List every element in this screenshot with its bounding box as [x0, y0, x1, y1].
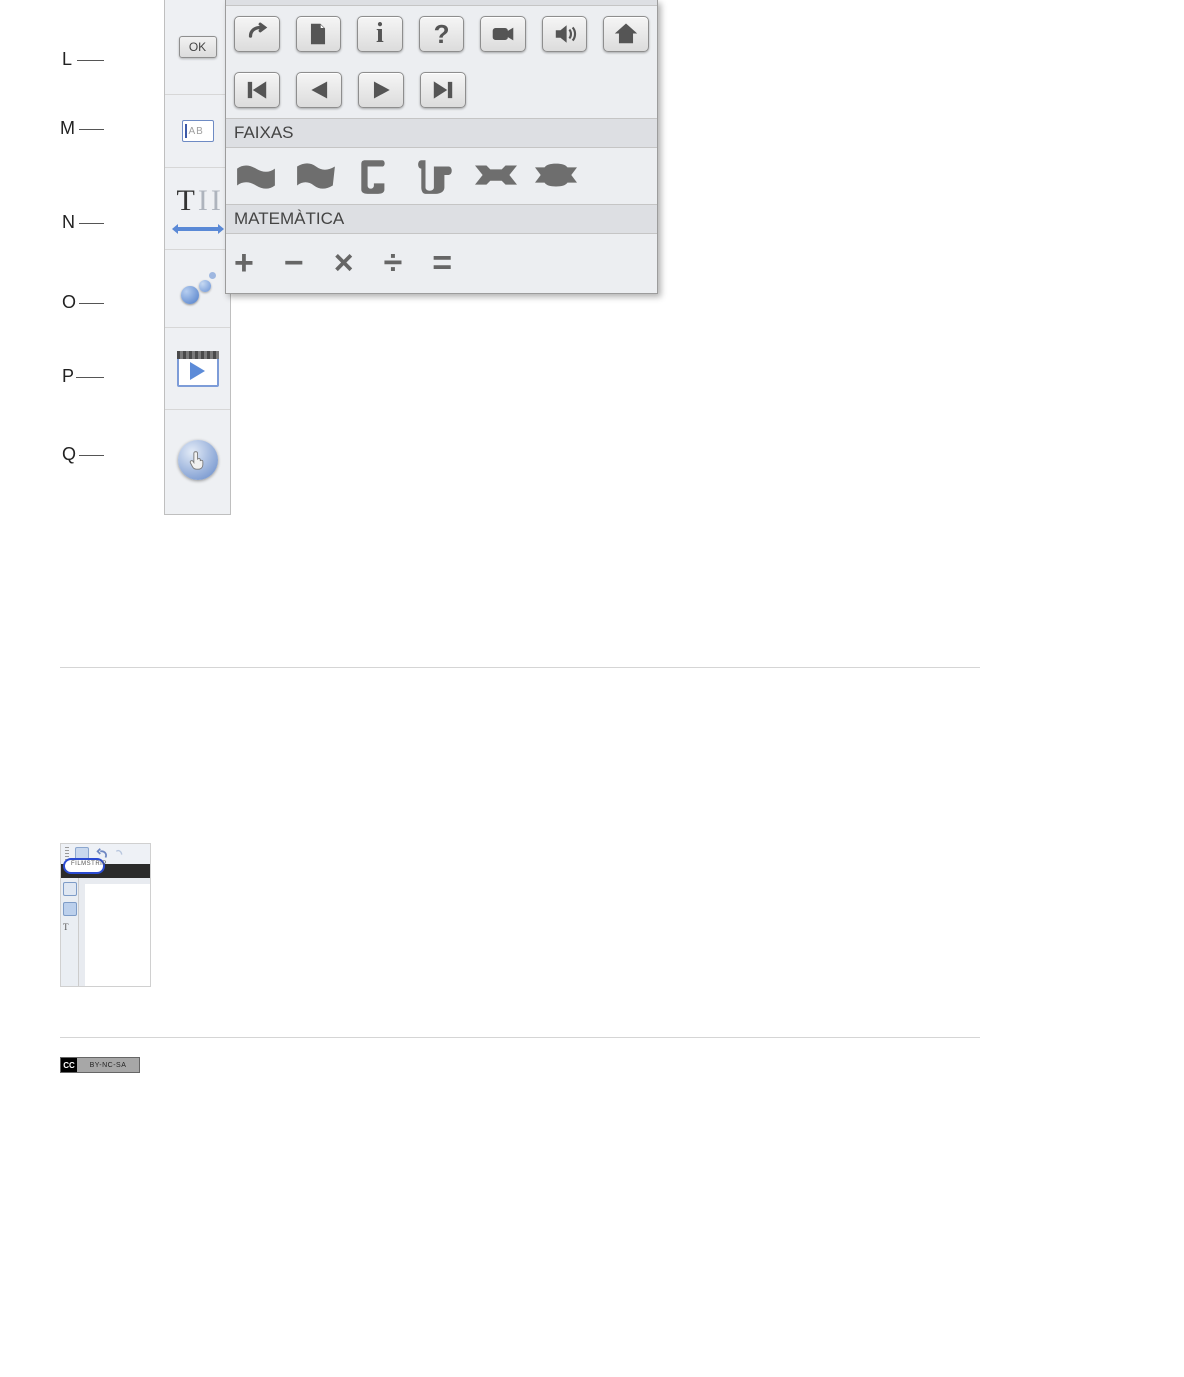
- math-times-icon[interactable]: ×: [334, 244, 354, 283]
- cc-logo-text: CC: [63, 1061, 75, 1070]
- leader-L: [77, 60, 104, 61]
- label-L: L: [62, 49, 72, 70]
- ok-button[interactable]: OK: [179, 36, 217, 58]
- vtool-tracking-cell: TII: [165, 168, 230, 250]
- leader-P: [76, 377, 104, 378]
- toolbar-palette-figure: L M N O P Q OK AB: [60, 0, 605, 520]
- math-plus-icon[interactable]: +: [234, 244, 254, 283]
- letter-spacing-icon[interactable]: TII: [175, 187, 221, 231]
- math-minus-icon[interactable]: −: [284, 244, 304, 283]
- section-header-matematica: MATEMÀTICA: [226, 204, 657, 234]
- text-tool-icon[interactable]: [63, 902, 77, 916]
- banner-wave-1-icon[interactable]: [234, 158, 278, 194]
- ok-button-label: OK: [189, 40, 206, 54]
- leader-Q: [79, 455, 104, 456]
- vtool-touch-cell: [165, 410, 230, 510]
- star-tool-icon[interactable]: [63, 882, 77, 896]
- help-button[interactable]: ?: [419, 16, 465, 52]
- filmstrip-play-icon[interactable]: [177, 351, 219, 387]
- home-button[interactable]: [603, 16, 649, 52]
- thumb-tab-label: FILMSTRIP: [71, 861, 107, 867]
- license-text: BY-NC-SA: [77, 1062, 139, 1069]
- first-button[interactable]: [234, 72, 280, 108]
- shapes-palette: i ?: [225, 0, 658, 294]
- text-field-placeholder: AB: [189, 126, 204, 137]
- palette-row-nav: i ?: [226, 6, 657, 62]
- touch-hand-icon[interactable]: [178, 440, 218, 480]
- label-Q: Q: [62, 444, 76, 465]
- prev-button[interactable]: [296, 72, 342, 108]
- vtool-ok-cell: OK: [165, 0, 230, 95]
- partial-icon: [115, 847, 123, 861]
- palette-row-playback: [226, 62, 657, 118]
- secondary-thumbnail: FILMSTRIP T How t: [60, 843, 151, 987]
- video-button[interactable]: [480, 16, 526, 52]
- license-badge[interactable]: CC BY-NC-SA: [60, 1057, 140, 1073]
- section-header-faixas: FAIXAS: [226, 118, 657, 148]
- vtool-video-cell: [165, 328, 230, 410]
- cc-logo-icon: CC: [61, 1058, 77, 1072]
- math-equals-icon[interactable]: =: [432, 244, 452, 283]
- banner-ribbon-2-icon[interactable]: [534, 158, 578, 194]
- leader-O: [79, 303, 104, 304]
- vertical-toolbar: OK AB TII: [164, 0, 231, 515]
- thumb-body: T How t: [61, 878, 150, 986]
- palette-row-math: + − × ÷ =: [226, 234, 657, 293]
- banner-ribbon-1-icon[interactable]: [474, 158, 518, 194]
- leader-N: [79, 223, 104, 224]
- info-button[interactable]: i: [357, 16, 403, 52]
- info-icon: i: [376, 18, 384, 50]
- thumb-tabstrip: FILMSTRIP: [61, 864, 150, 878]
- divider-1: [60, 667, 980, 668]
- up-back-button[interactable]: [234, 16, 280, 52]
- leader-M: [79, 129, 104, 130]
- section-header-faixas-label: FAIXAS: [234, 123, 294, 142]
- label-N: N: [62, 212, 75, 233]
- text-field-icon[interactable]: AB: [182, 120, 214, 142]
- vtool-effects-cell: [165, 250, 230, 328]
- divider-2: [60, 1037, 980, 1038]
- banner-wave-2-icon[interactable]: [294, 158, 338, 194]
- label-P: P: [62, 366, 74, 387]
- palette-row-banners: [226, 148, 657, 204]
- label-O: O: [62, 292, 76, 313]
- page-button[interactable]: [296, 16, 342, 52]
- play-button[interactable]: [358, 72, 404, 108]
- section-header-matematica-label: MATEMÀTICA: [234, 209, 344, 228]
- last-button[interactable]: [420, 72, 466, 108]
- label-M: M: [60, 118, 75, 139]
- bubbles-icon[interactable]: [177, 272, 219, 306]
- thumb-sidebar: T: [61, 878, 79, 986]
- vtool-textfield-cell: AB: [165, 95, 230, 168]
- math-divide-icon[interactable]: ÷: [384, 244, 403, 283]
- help-icon: ?: [434, 19, 450, 50]
- banner-scroll-vert-icon[interactable]: [354, 158, 398, 194]
- banner-scroll-horiz-icon[interactable]: [414, 158, 458, 194]
- thumb-canvas: How t: [85, 884, 151, 987]
- sound-button[interactable]: [542, 16, 588, 52]
